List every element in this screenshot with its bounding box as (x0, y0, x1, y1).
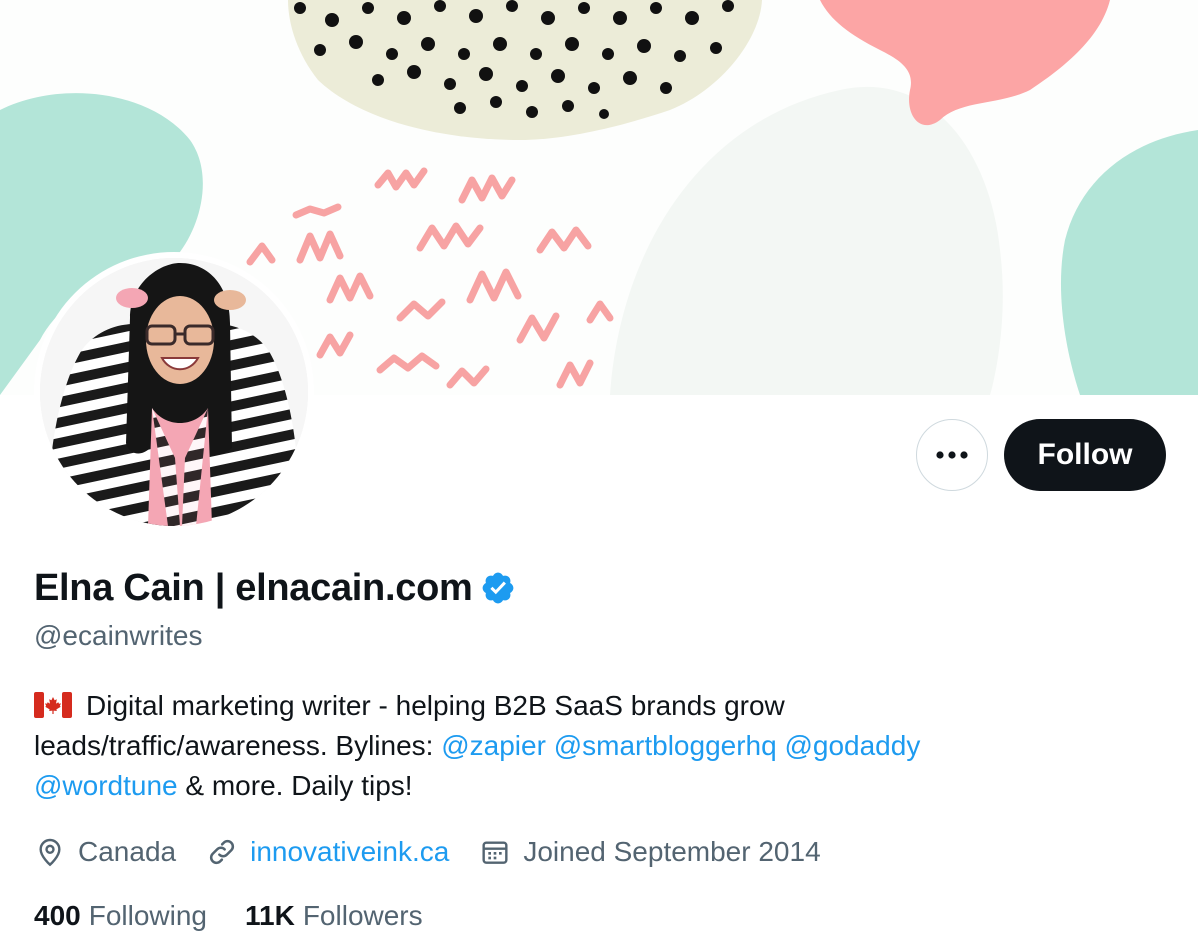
joined-text: Joined September 2014 (523, 836, 821, 867)
mention-smartbloggerhq[interactable]: @smartbloggerhq (554, 730, 777, 761)
verified-badge-icon[interactable] (480, 570, 516, 606)
joined-item: Joined September 2014 (479, 836, 821, 868)
follow-button[interactable]: Follow (1004, 419, 1166, 491)
profile-bio: Digital marketing writer - helping B2B S… (34, 686, 1044, 806)
display-name-row: Elna Cain | elnacain.com (34, 564, 516, 612)
profile-meta: Canada innovativeink.ca Joined September… (34, 830, 851, 874)
location-pin-icon (39, 838, 61, 867)
canada-flag-icon (34, 692, 72, 718)
bio-text-end: & more. Daily tips! (177, 770, 413, 801)
display-name: Elna Cain | elnacain.com (34, 566, 473, 609)
mention-zapier[interactable]: @zapier (441, 730, 546, 761)
website-item: innovativeink.ca (206, 836, 449, 868)
calendar-icon (482, 841, 508, 864)
followers-count: 11K (245, 900, 295, 931)
website-link[interactable]: innovativeink.ca (250, 836, 449, 868)
profile-handle: @ecainwrites (34, 620, 203, 651)
mention-wordtune[interactable]: @wordtune (34, 770, 178, 801)
following-stat[interactable]: 400 Following (34, 900, 207, 932)
followers-stat[interactable]: 11K Followers (245, 900, 423, 932)
profile-stats: 400 Following 11K Followers (34, 896, 461, 936)
following-count: 400 (34, 900, 81, 931)
link-icon (210, 839, 235, 865)
location-item: Canada (34, 836, 176, 868)
followers-label: Followers (302, 900, 423, 931)
mention-godaddy[interactable]: @godaddy (784, 730, 920, 761)
following-label: Following (88, 900, 207, 931)
more-dots-icon (936, 451, 968, 459)
more-options-button[interactable] (916, 419, 988, 491)
avatar-photo (40, 258, 308, 526)
location-text: Canada (78, 836, 177, 867)
profile-avatar[interactable] (34, 252, 314, 532)
